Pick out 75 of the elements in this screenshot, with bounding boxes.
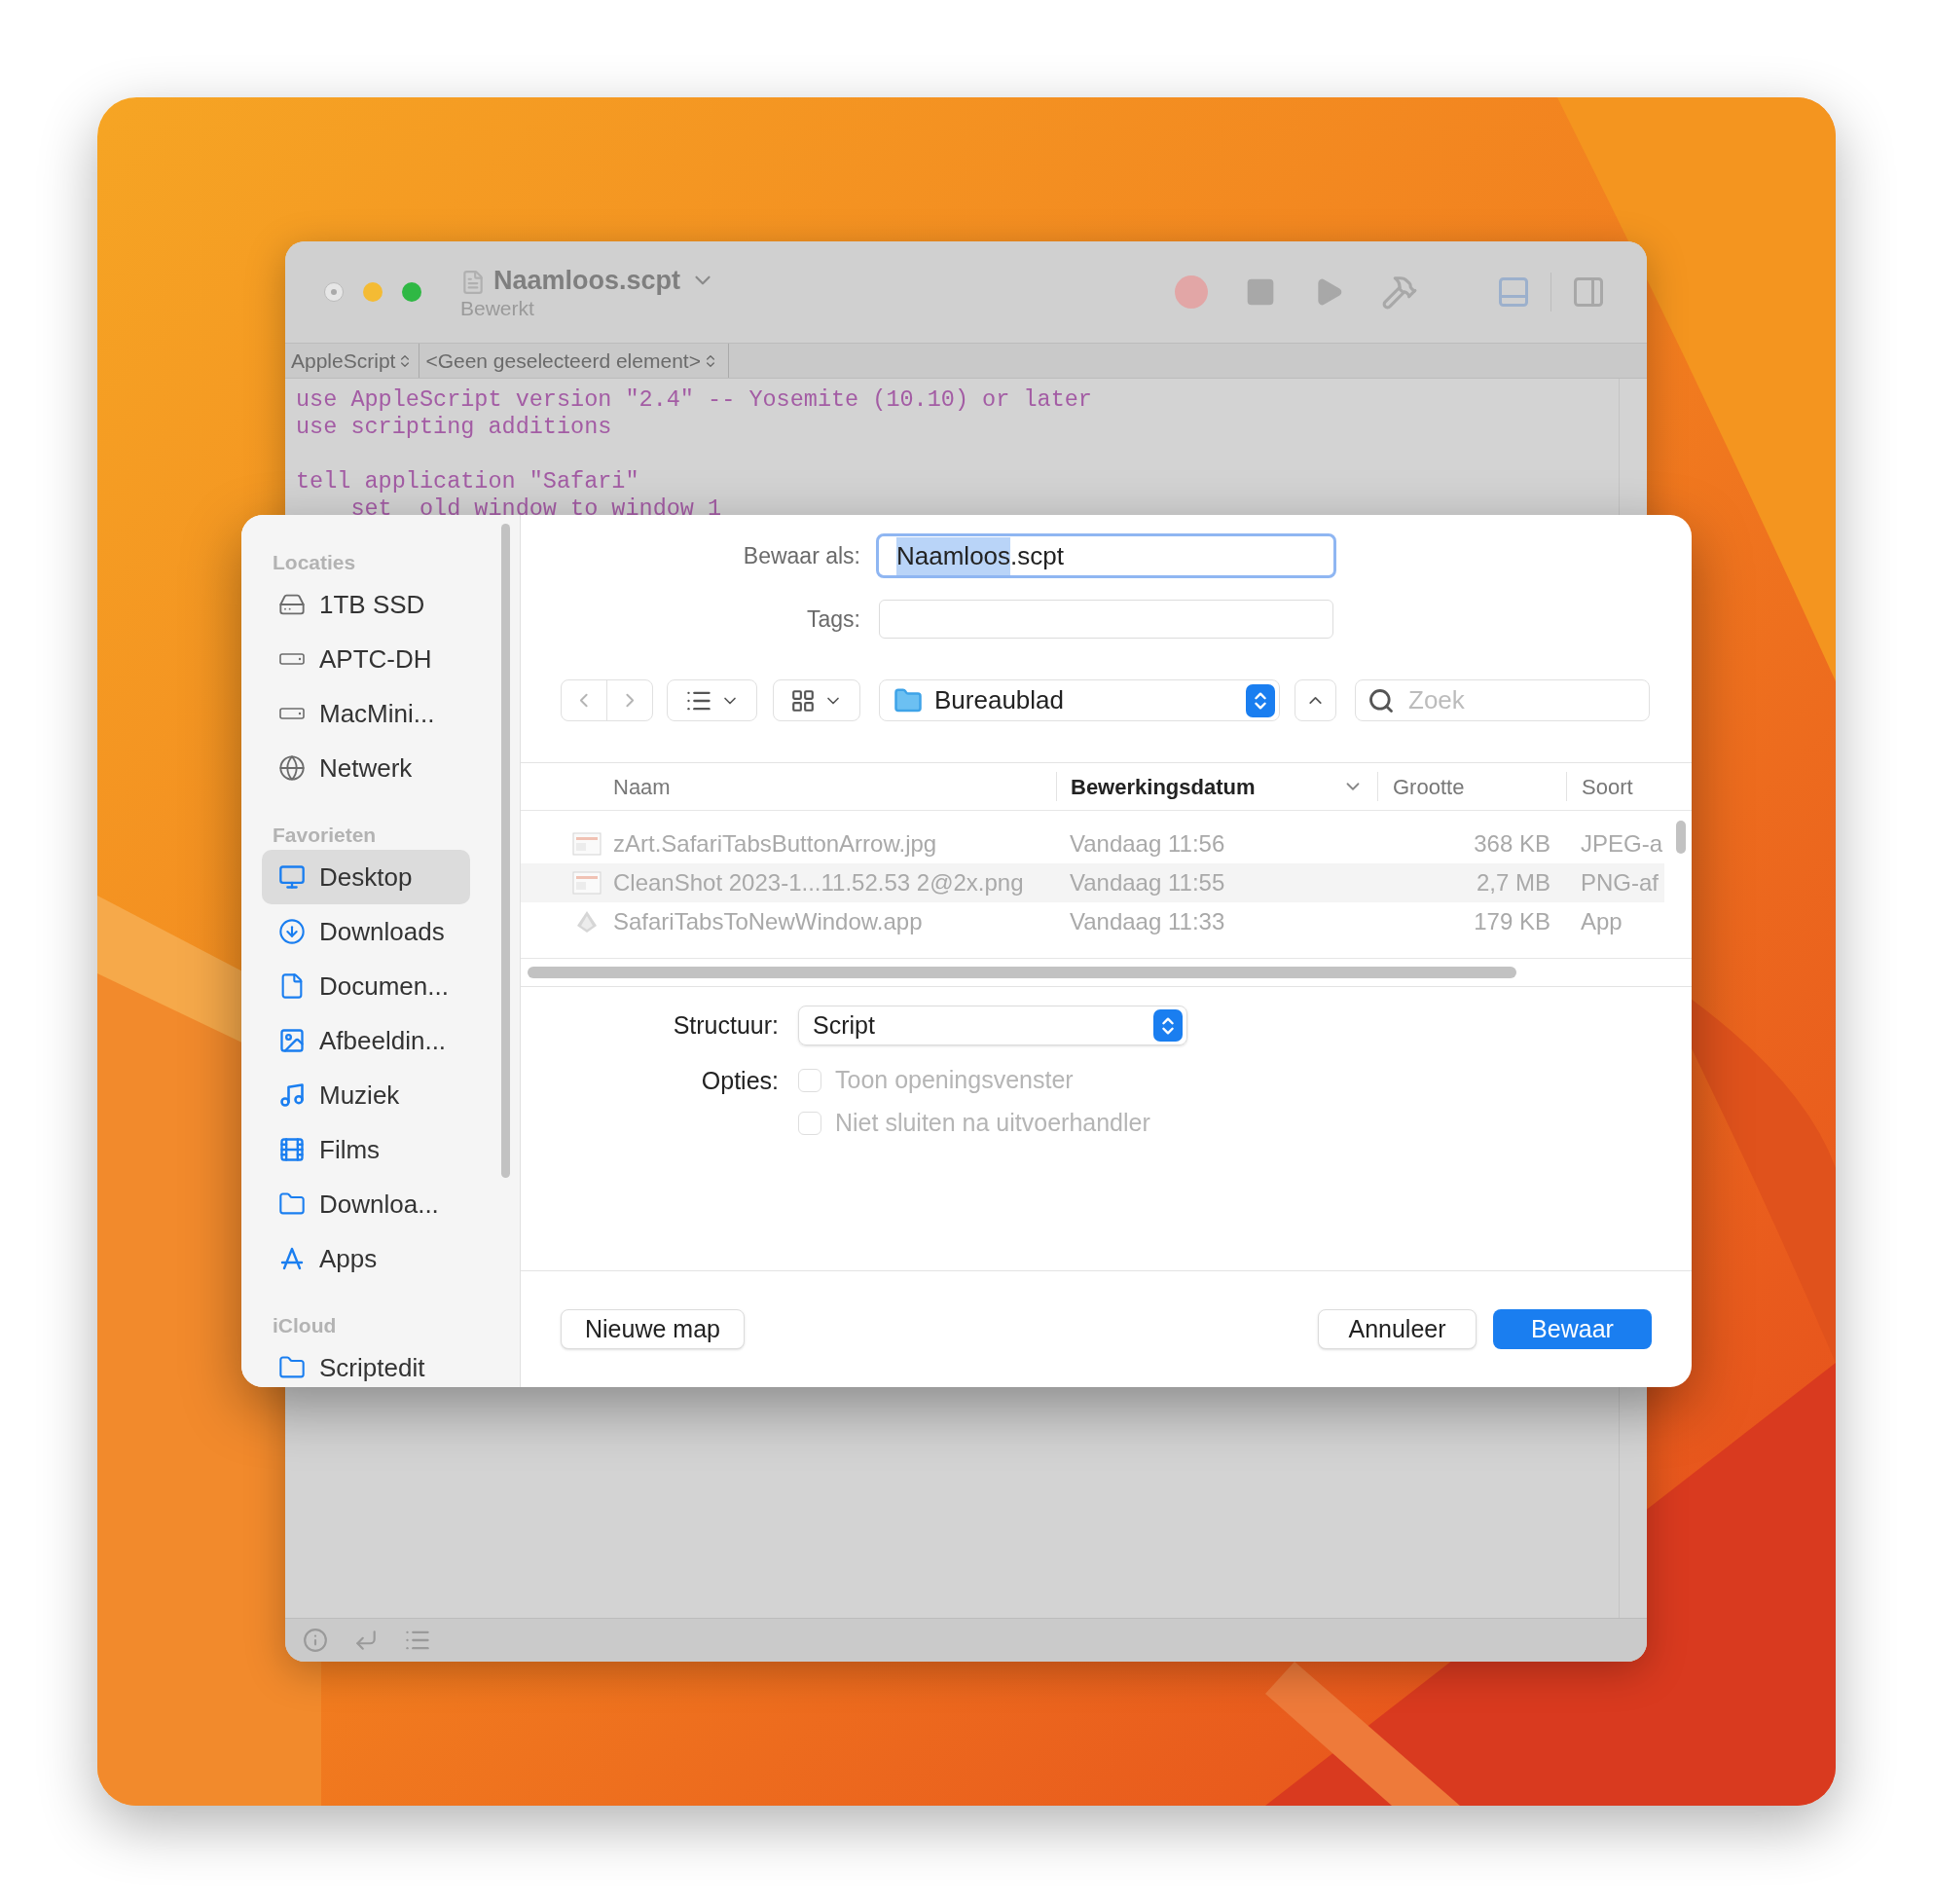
music-note-icon [278, 1081, 306, 1109]
date-cell: Vandaag 11:55 [1070, 869, 1225, 896]
image-icon [278, 1027, 306, 1054]
stop-button[interactable] [1245, 276, 1276, 308]
sidebar-heading: Locaties [273, 550, 356, 576]
list-view-button[interactable] [667, 679, 757, 721]
field-label: Structuur: [672, 1009, 779, 1041]
date-cell: Vandaag 11:56 [1070, 830, 1225, 857]
document-icon [460, 268, 486, 297]
sidebar-item[interactable]: Desktop [262, 850, 470, 904]
code-line: use scripting additions [296, 414, 612, 441]
sidebar-item[interactable]: APTC-DH [262, 632, 470, 686]
up-down-icon [1246, 683, 1275, 717]
sidebar-item[interactable]: Documen... [262, 959, 470, 1013]
zoom-button[interactable] [402, 282, 421, 302]
sidebar-item[interactable]: Downloads [262, 904, 470, 959]
info-icon[interactable] [303, 1628, 328, 1653]
checkbox-label: Niet sluiten na uitvoerhandler [835, 1108, 1150, 1139]
image-file-icon [572, 832, 602, 856]
column-header[interactable]: Naam [613, 770, 671, 803]
app-store-icon [278, 1245, 306, 1272]
sidebar-item[interactable]: MacMini... [262, 686, 470, 741]
sidebar-heading: iCloud [273, 1313, 337, 1339]
minimize-button[interactable] [363, 282, 383, 302]
date-cell: Vandaag 11:33 [1070, 908, 1225, 934]
save-button[interactable]: Bewaar [1493, 1309, 1652, 1349]
window-title: Naamloos.scpt [493, 265, 681, 297]
hammer-icon[interactable] [1381, 274, 1418, 311]
kind-cell: JPEG-a [1581, 830, 1663, 857]
code-line: use AppleScript version "2.4" -- Yosemite (10.10) or later [296, 386, 1092, 414]
sidebar-item[interactable]: Scriptedit [262, 1340, 470, 1387]
tags-field[interactable] [879, 600, 1333, 639]
column-header[interactable]: Soort [1582, 770, 1633, 803]
kind-cell: App [1581, 908, 1623, 934]
image-file-icon [572, 871, 602, 895]
structure-popup[interactable]: Script [798, 1006, 1187, 1045]
location-popup[interactable]: Bureaublad [879, 679, 1280, 721]
sidebar-item[interactable]: Afbeeldin... [262, 1013, 470, 1068]
horizontal-scroll-bar[interactable] [528, 967, 1516, 978]
record-button[interactable] [1175, 275, 1208, 309]
scroll-bar[interactable] [501, 524, 510, 1178]
sidebar-item[interactable]: Apps [262, 1231, 470, 1286]
sidebar-item[interactable]: Films [262, 1122, 470, 1177]
column-header[interactable]: Bewerkingsdatum [1071, 770, 1256, 803]
file-name-field[interactable]: Naamloos.scpt [876, 533, 1336, 578]
desktop-icon [278, 863, 306, 891]
column-header[interactable]: Grootte [1393, 770, 1465, 803]
parent-folder-button[interactable] [1295, 679, 1336, 721]
field-label: Tags: [806, 604, 860, 634]
sidebar-item[interactable]: Netwerk [262, 741, 470, 795]
close-button[interactable] [324, 282, 344, 302]
code-line: set old window to window 1 [349, 495, 722, 523]
sidebar-item[interactable]: 1TB SSD [262, 577, 470, 632]
size-cell: 2,7 MB [1476, 869, 1550, 896]
grid-icon [790, 687, 816, 714]
new-folder-button[interactable]: Nieuwe map [561, 1309, 745, 1349]
film-icon [278, 1136, 306, 1163]
sidebar-heading: Favorieten [273, 823, 377, 849]
sidebar-item[interactable]: Muziek [262, 1068, 470, 1122]
sidebar-item[interactable]: Downloa... [262, 1177, 470, 1231]
code-line: tell application "Safari" [296, 468, 639, 495]
checkbox-label: Toon openingsvenster [835, 1065, 1074, 1096]
download-icon [278, 918, 306, 945]
up-down-icon [1153, 1009, 1183, 1042]
cancel-button[interactable]: Annuleer [1318, 1309, 1477, 1349]
scroll-bar[interactable] [1676, 821, 1686, 854]
grid-view-button[interactable] [773, 679, 860, 721]
search-icon [1368, 686, 1395, 714]
return-arrow-icon[interactable] [353, 1628, 379, 1653]
size-cell: 179 KB [1474, 908, 1550, 934]
field-label: Opties: [700, 1066, 779, 1096]
field-label: Bewaar als: [742, 541, 860, 570]
size-cell: 368 KB [1474, 830, 1550, 857]
globe-icon [278, 754, 306, 782]
kind-cell: PNG-af [1581, 869, 1659, 896]
